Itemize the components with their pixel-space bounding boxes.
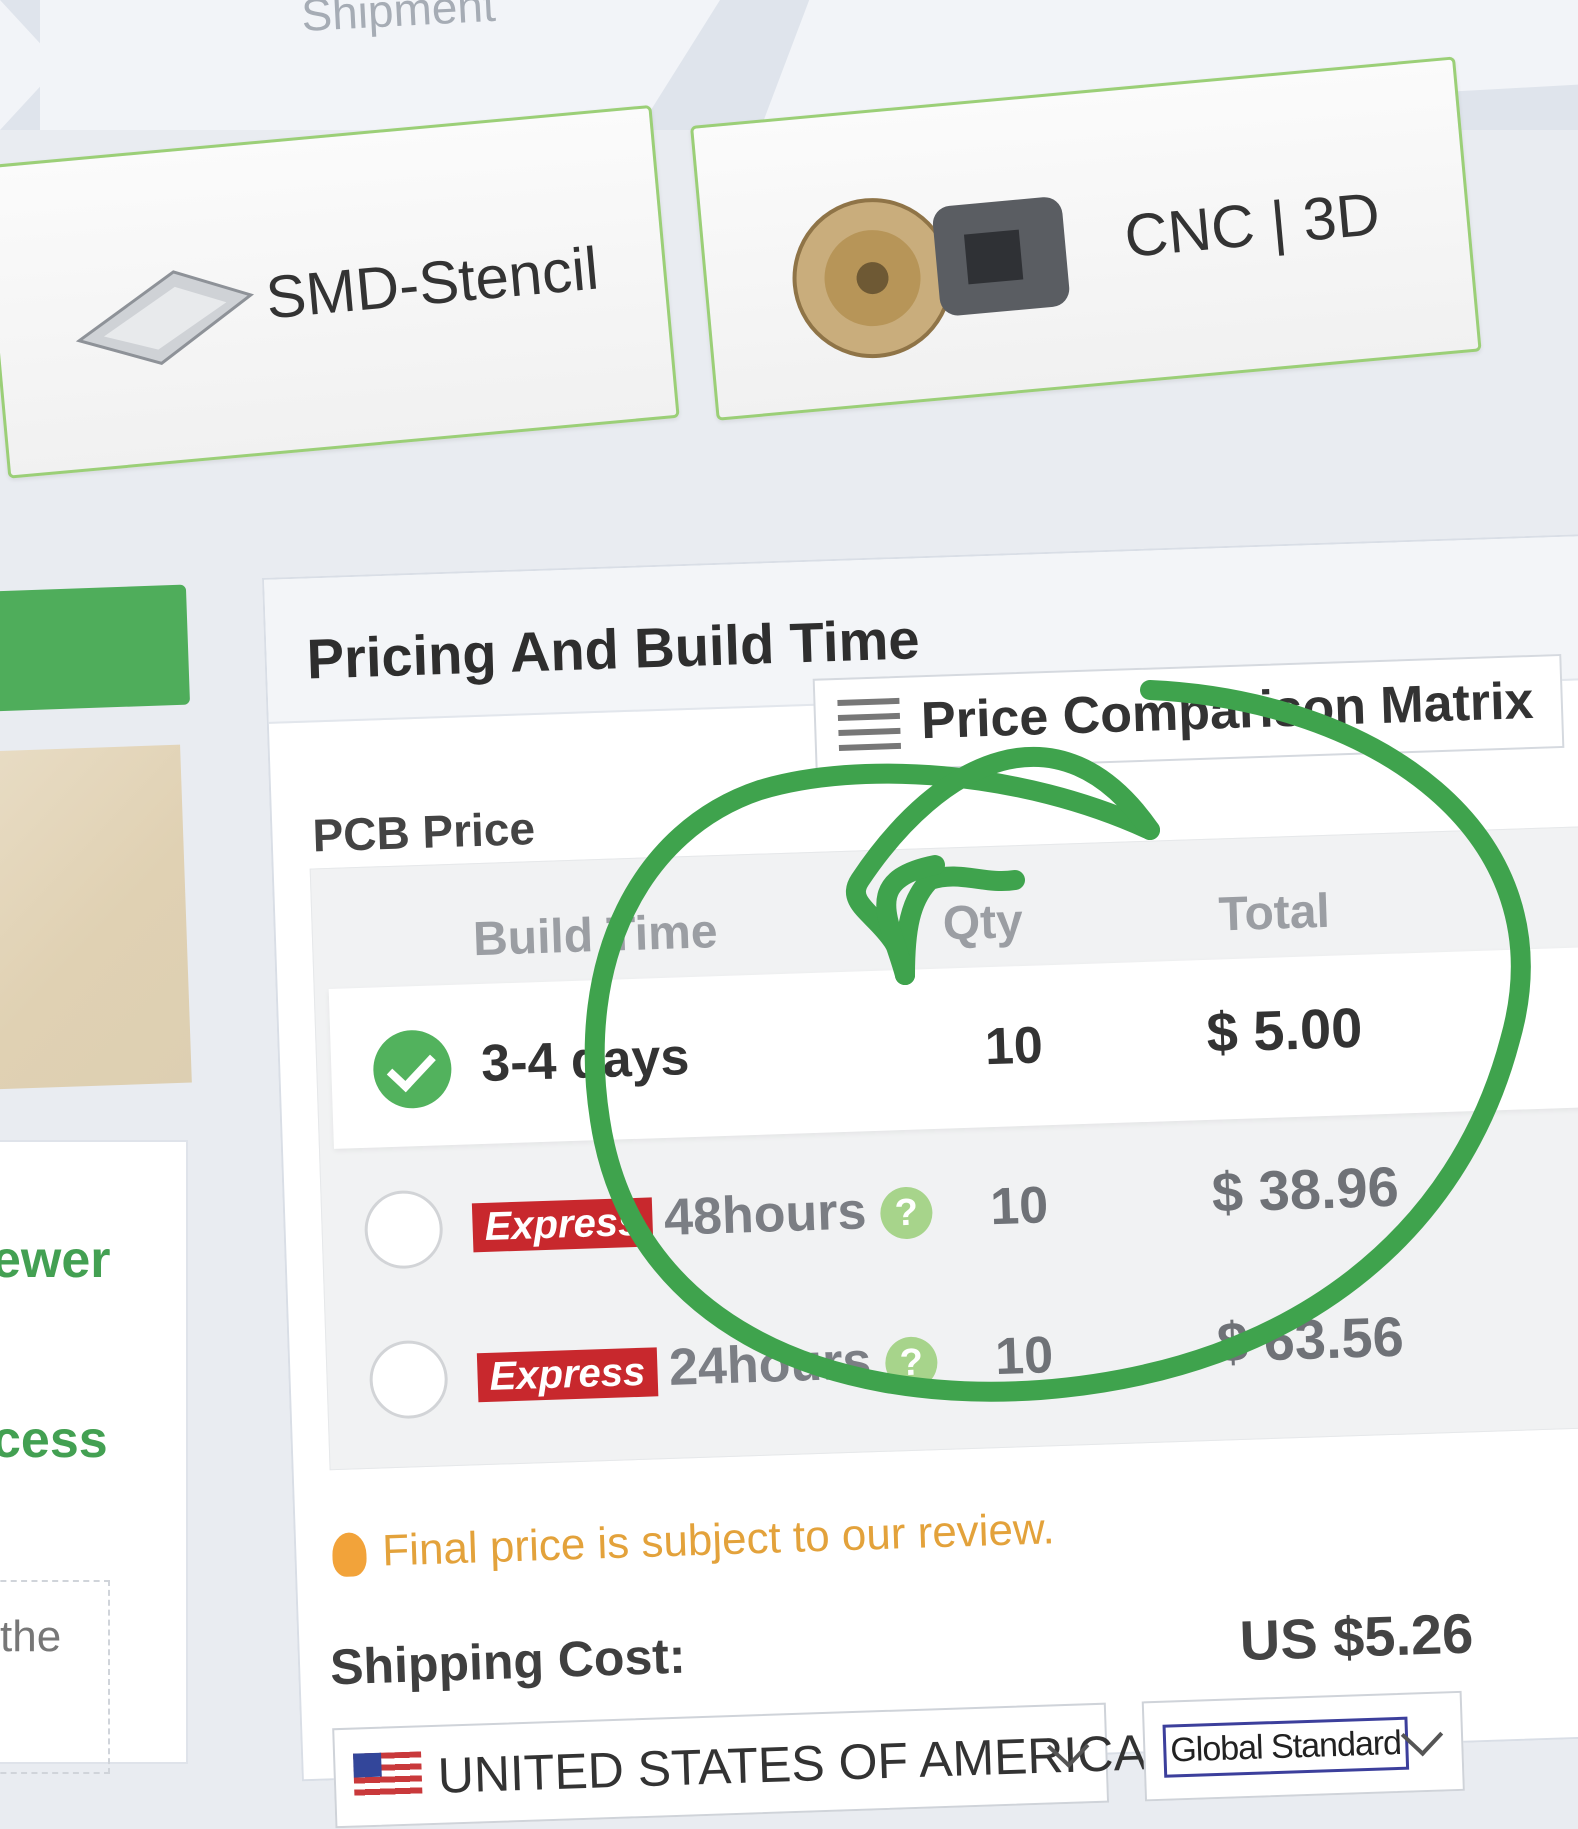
total-value: $ 38.96 [1210, 1154, 1400, 1224]
shipping-method-select[interactable]: Global Standard [1141, 1690, 1465, 1802]
qty-value: 10 [989, 1176, 1050, 1237]
help-icon[interactable]: ? [879, 1186, 934, 1241]
build-time-cell: Express 48hours? [471, 1179, 934, 1254]
gerber-viewer-link[interactable]: ewer [0, 1230, 111, 1290]
help-icon[interactable]: ? [884, 1336, 939, 1391]
shipping-cost-label: Shipping Cost: [329, 1627, 687, 1696]
shipping-cost-value: US $5.26 [1238, 1601, 1475, 1673]
review-notice-text: Final price is subject to our review. [381, 1504, 1056, 1576]
tab-smd-stencil[interactable]: SMD-Stencil [0, 104, 680, 479]
primary-green-button[interactable] [0, 584, 191, 712]
qty-value: 10 [983, 1016, 1044, 1077]
review-notice: Final price is subject to our review. [331, 1504, 1056, 1578]
build-time-value: 24hours [668, 1332, 873, 1397]
process-link[interactable]: cess [0, 1410, 108, 1470]
total-value: $ 5.00 [1205, 995, 1364, 1064]
price-comparison-label: Price Comparison Matrix [920, 671, 1535, 751]
pricing-panel: Pricing And Build Time Price Comparison … [262, 533, 1578, 1829]
list-icon [837, 697, 902, 752]
express-badge: Express [471, 1197, 654, 1253]
country-value: UNITED STATES OF AMERICA [436, 1724, 1148, 1804]
lightbulb-icon [331, 1532, 368, 1578]
side-note-box [0, 1580, 110, 1774]
pcb-price-label: PCB Price [311, 802, 536, 862]
header-qty: Qty [941, 894, 1024, 951]
tab-label: CNC | 3D [1121, 180, 1383, 270]
express-badge: Express [476, 1347, 659, 1403]
us-flag-icon [353, 1751, 423, 1798]
board-preview-image [0, 744, 192, 1090]
build-time-value: 3-4 days [480, 1028, 691, 1093]
header-total: Total [1217, 884, 1331, 942]
header-build-time: Build Time [472, 905, 719, 967]
price-table: Build Time Qty Total 3-4 days 10 $ 5.00 … [309, 826, 1578, 1471]
country-select[interactable]: UNITED STATES OF AMERICA [332, 1702, 1148, 1829]
build-time-radio[interactable] [363, 1189, 444, 1270]
stencil-icon [75, 270, 255, 365]
cnc-parts-icon [792, 197, 1070, 359]
build-time-value: 48hours [663, 1182, 868, 1248]
build-time-radio[interactable] [368, 1339, 449, 1420]
build-time-cell: Express 24hours? [476, 1329, 939, 1404]
shipping-method-value: Global Standard [1162, 1716, 1409, 1778]
build-time-radio-selected[interactable] [372, 1029, 453, 1110]
tab-label: SMD-Stencil [263, 234, 602, 332]
side-note-text: the [0, 1612, 62, 1661]
qty-value: 10 [994, 1326, 1055, 1387]
total-value: $ 63.56 [1215, 1304, 1405, 1374]
